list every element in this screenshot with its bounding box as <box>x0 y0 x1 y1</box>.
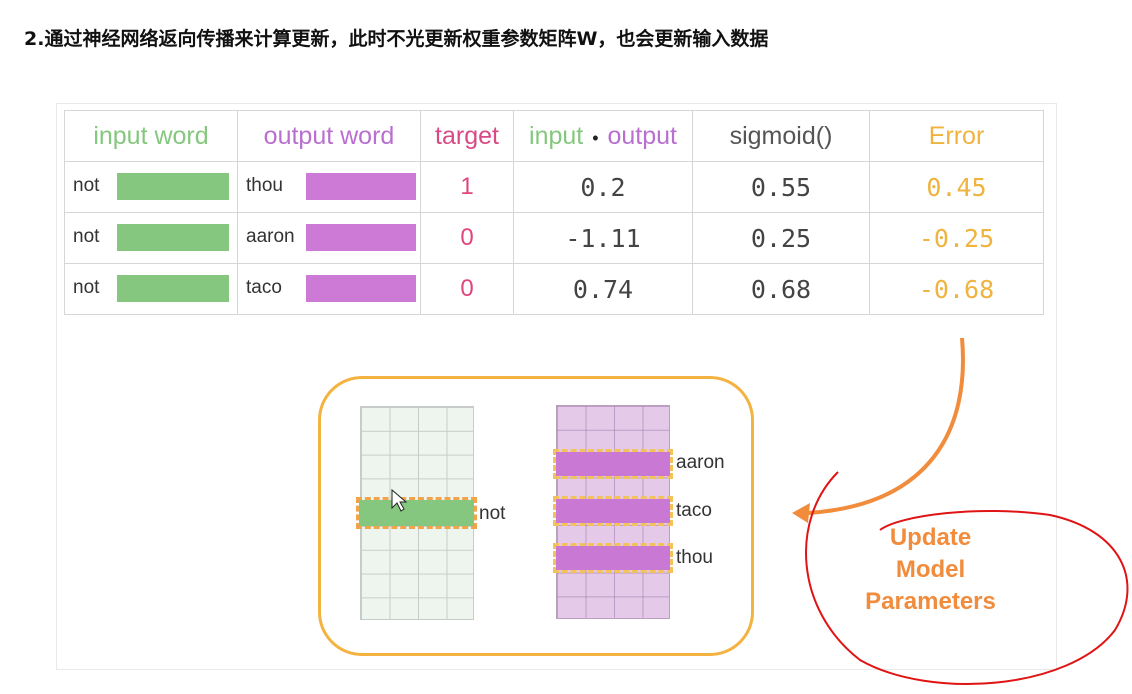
red-annotation-circle <box>805 471 1129 685</box>
mouse-cursor-icon <box>391 488 408 512</box>
update-arrow <box>807 337 965 515</box>
annotation-overlay <box>391 337 1129 685</box>
arrow-head-icon <box>792 503 810 523</box>
